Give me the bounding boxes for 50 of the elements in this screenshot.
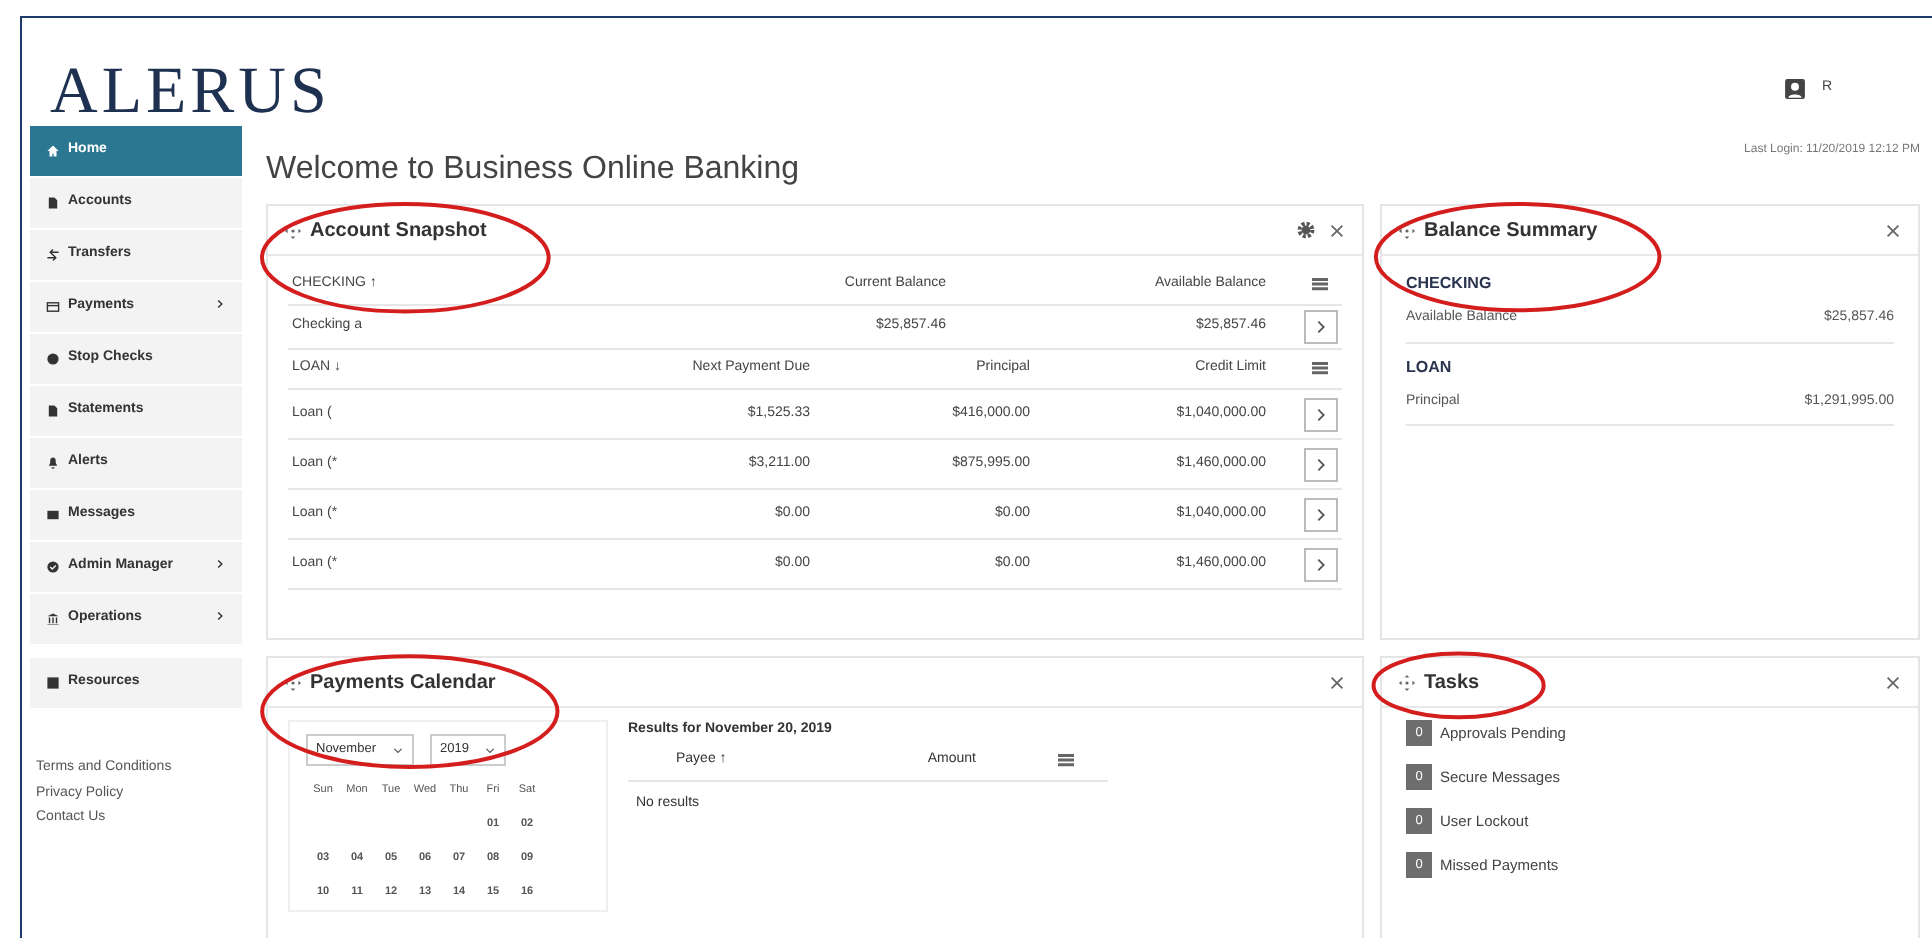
check-circle-icon	[46, 560, 60, 574]
close-button[interactable]	[1884, 673, 1902, 692]
chevron-right-icon	[214, 558, 226, 571]
close-icon	[1884, 221, 1902, 240]
chevron-right-icon	[1312, 317, 1330, 336]
panel-title: Payments Calendar	[310, 669, 496, 698]
document-icon	[46, 196, 60, 210]
caret-down-icon	[484, 744, 497, 757]
move-icon	[284, 673, 302, 692]
envelope-icon	[46, 508, 60, 522]
details-button[interactable]	[1304, 547, 1338, 582]
details-button[interactable]	[1304, 309, 1338, 344]
user-icon	[1783, 77, 1806, 99]
move-icon	[1398, 221, 1416, 240]
page-title: Welcome to Business Online Banking	[266, 150, 800, 189]
columns-menu-icon	[1310, 358, 1330, 379]
move-icon	[1398, 673, 1416, 692]
chevron-right-icon	[1312, 405, 1330, 424]
close-button[interactable]	[1884, 221, 1902, 240]
close-icon	[1884, 673, 1902, 692]
chevron-right-icon	[1312, 555, 1330, 574]
caret-down-icon	[391, 744, 404, 757]
columns-menu-icon	[1310, 273, 1330, 294]
details-button[interactable]	[1304, 497, 1338, 532]
section-heading: CHECKING	[1406, 272, 1494, 297]
card-icon	[46, 300, 60, 314]
panel-title: Account Snapshot	[310, 217, 487, 246]
panel-title: Balance Summary	[1424, 217, 1598, 246]
home-icon	[46, 144, 60, 158]
chevron-right-icon	[214, 298, 226, 311]
close-button[interactable]	[1328, 673, 1346, 692]
document-icon	[46, 404, 60, 418]
close-icon	[1328, 221, 1346, 240]
close-icon	[1328, 673, 1346, 692]
columns-menu-icon	[1056, 750, 1076, 771]
panel-title: Tasks	[1424, 669, 1480, 698]
chevron-right-icon	[214, 610, 226, 623]
chevron-right-icon	[1312, 455, 1330, 474]
logo: ALERUS	[50, 60, 331, 126]
bell-icon	[46, 456, 60, 470]
section-heading: LOAN	[1406, 355, 1454, 380]
chevron-right-icon	[1312, 505, 1330, 524]
details-button[interactable]	[1304, 447, 1338, 482]
stop-icon	[46, 352, 60, 366]
bank-icon	[46, 612, 60, 626]
details-button[interactable]	[1304, 397, 1338, 432]
arrows-icon	[46, 248, 60, 262]
close-button[interactable]	[1328, 221, 1346, 240]
settings-icon	[1296, 220, 1316, 241]
book-icon	[46, 676, 60, 690]
